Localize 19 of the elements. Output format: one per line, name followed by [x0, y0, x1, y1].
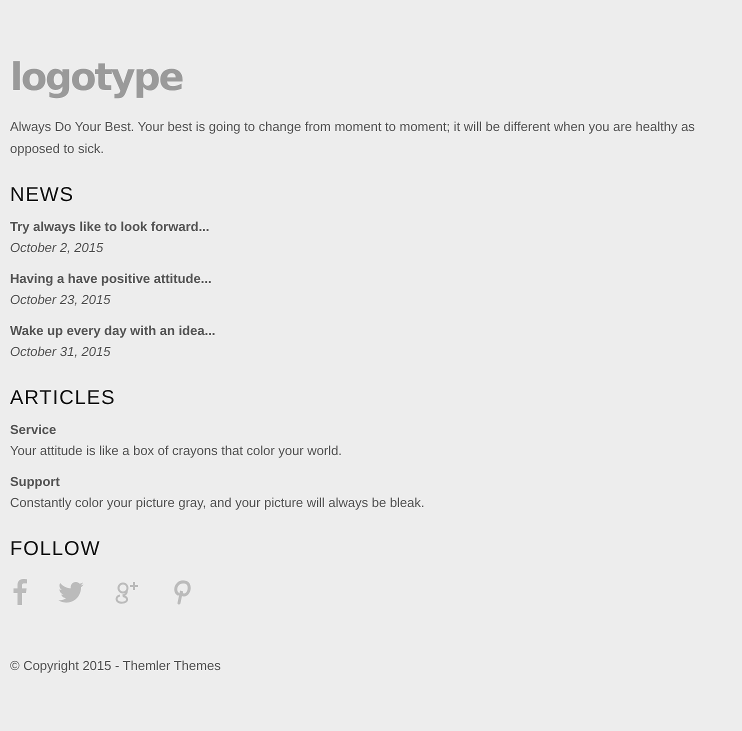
news-title-link[interactable]: Wake up every day with an idea... [10, 321, 216, 341]
facebook-icon[interactable] [13, 579, 27, 605]
article-text: Your attitude is like a box of crayons that color your world. [10, 442, 343, 460]
copyright-text: © Copyright 2015 - Themler Themes [10, 658, 222, 673]
news-title-link[interactable]: Try always like to look forward... [10, 217, 210, 237]
pinterest-icon[interactable] [172, 579, 192, 605]
news-date: October 2, 2015 [10, 239, 104, 257]
section-heading: NEWS [10, 183, 75, 208]
intro-text: Always Do Your Best. Your best is going to change from moment to moment; it will be different when you are healthy as opposed to sick. [10, 118, 696, 158]
section-heading: ARTICLES [10, 386, 116, 411]
twitter-icon[interactable] [58, 582, 84, 602]
section-heading: FOLLOW [10, 537, 102, 562]
article-title-link[interactable]: Support [10, 472, 60, 492]
google-plus-icon[interactable] [115, 579, 141, 605]
news-date: October 23, 2015 [10, 291, 112, 309]
article-text: Constantly color your picture gray, and your picture will always be bleak. [10, 494, 426, 512]
news-title-link[interactable]: Having a have positive attitude... [10, 269, 212, 289]
news-date: October 31, 2015 [10, 343, 112, 361]
article-title-link[interactable]: Service [10, 420, 56, 440]
